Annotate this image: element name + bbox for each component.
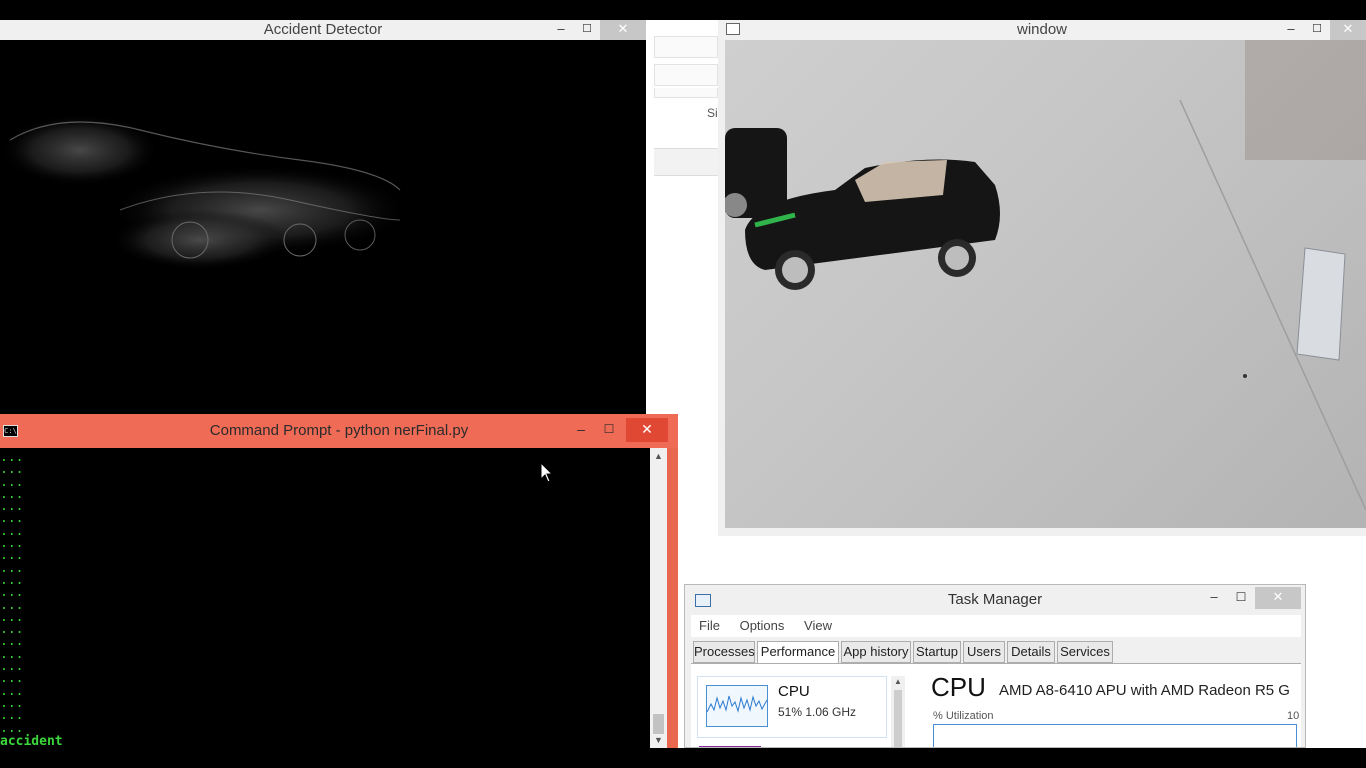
console-line: ... — [0, 671, 24, 687]
screen-top-border — [0, 0, 646, 20]
camera-app-icon — [726, 23, 740, 35]
console-line: ... — [0, 609, 24, 625]
camera-image — [725, 40, 1366, 511]
cpu-sparkline — [706, 685, 768, 727]
scroll-down-icon[interactable]: ▼ — [650, 732, 667, 748]
tab-bar: Processes Performance App history Startu… — [691, 641, 1301, 664]
background-field — [654, 88, 718, 98]
console-line: ... — [0, 659, 24, 675]
tab-processes[interactable]: Processes — [693, 641, 755, 663]
console-line: ... — [0, 622, 24, 638]
menu-view[interactable]: View — [804, 618, 832, 633]
cmd-scrollbar[interactable]: ▲ ▼ — [650, 448, 667, 748]
scroll-up-icon[interactable]: ▲ — [650, 448, 667, 464]
console-line: ... — [0, 683, 24, 699]
camera-title: window — [1016, 21, 1068, 38]
detector-title: Accident Detector — [263, 21, 383, 38]
cmd-close-button[interactable]: ✕ — [626, 418, 668, 442]
background-field — [654, 36, 718, 58]
console-line: ... — [0, 646, 24, 662]
screen-bottom-border — [0, 748, 1366, 768]
scrollbar-thumb[interactable] — [653, 714, 664, 734]
tab-startup[interactable]: Startup — [913, 641, 961, 663]
tab-performance[interactable]: Performance — [757, 641, 839, 664]
cpu-tile-stats: 51% 1.06 GHz — [778, 705, 857, 719]
cpu-utilization-graph — [933, 724, 1297, 747]
console-line: ... — [0, 511, 24, 527]
console-line: ... — [0, 634, 24, 650]
task-manager-window: Task Manager – ☐ ✕ File Options View Pro… — [684, 584, 1306, 748]
camera-close-button[interactable]: ✕ — [1330, 20, 1366, 40]
console-output[interactable]: ........................................… — [0, 448, 650, 748]
console-line: ... — [0, 536, 24, 552]
console-line: ... — [0, 597, 24, 613]
camera-window: window – ☐ ✕ — [718, 20, 1366, 536]
console-line: ... — [0, 560, 24, 576]
mouse-cursor-icon — [540, 462, 554, 483]
utilization-max: 10 — [1287, 710, 1300, 722]
desktop-gap — [1300, 580, 1366, 748]
camera-feed — [725, 40, 1366, 528]
edge-detection-view — [0, 40, 646, 420]
utilization-label: % Utilization — [933, 710, 994, 722]
tab-services[interactable]: Services — [1057, 641, 1113, 663]
accident-detector-window: Accident Detector – ☐ ✕ — [0, 0, 646, 420]
background-strip — [654, 148, 718, 176]
detector-minimize-button[interactable]: – — [548, 20, 574, 40]
console-line: ... — [0, 486, 24, 502]
edge-detection-image — [0, 114, 410, 270]
tile-list-scrollbar[interactable]: ▲ — [891, 676, 905, 747]
camera-titlebar[interactable]: window — [718, 20, 1366, 40]
taskmgr-close-button[interactable]: ✕ — [1255, 587, 1301, 609]
task-manager-icon — [695, 594, 711, 607]
console-line: ... — [0, 720, 24, 736]
menu-options[interactable]: Options — [740, 618, 785, 633]
console-line: ... — [0, 499, 24, 515]
detector-close-button[interactable]: ✕ — [600, 20, 646, 40]
cpu-model: AMD A8-6410 APU with AMD Radeon R5 G — [999, 682, 1290, 699]
taskmgr-title: Task Manager — [947, 591, 1043, 608]
camera-maximize-button[interactable]: ☐ — [1304, 20, 1330, 40]
background-label: Si — [707, 106, 718, 120]
scrollbar-thumb[interactable] — [894, 690, 902, 747]
console-line: ... — [0, 572, 24, 588]
taskmgr-minimize-button[interactable]: – — [1201, 587, 1227, 609]
console-line: ... — [0, 695, 24, 711]
command-prompt-window: Command Prompt - python nerFinal.py C:\ … — [0, 414, 678, 748]
cpu-tile[interactable]: CPU 51% 1.06 GHz — [697, 676, 887, 738]
taskmgr-maximize-button[interactable]: ☐ — [1228, 587, 1254, 609]
tab-app-history[interactable]: App history — [841, 641, 911, 663]
detector-maximize-button[interactable]: ☐ — [574, 20, 600, 40]
scroll-up-icon[interactable]: ▲ — [891, 676, 905, 688]
menu-bar: File Options View — [691, 615, 1301, 637]
menu-file[interactable]: File — [699, 618, 720, 633]
performance-panel: CPU 51% 1.06 GHz ▲ CPU AMD A8-6410 APU w… — [691, 663, 1301, 747]
cmd-title: Command Prompt - python nerFinal.py — [209, 422, 469, 439]
console-line: ... — [0, 548, 24, 564]
background-field — [654, 64, 718, 86]
console-line: ... — [0, 708, 24, 724]
cpu-heading: CPU — [931, 672, 986, 702]
console-result-line: accident — [0, 733, 63, 748]
console-line: ... — [0, 585, 24, 601]
tab-users[interactable]: Users — [963, 641, 1005, 663]
cmd-minimize-button[interactable]: – — [568, 418, 594, 442]
camera-minimize-button[interactable]: – — [1278, 20, 1304, 40]
cpu-tile-title: CPU — [778, 683, 810, 700]
desktop-gap — [646, 536, 1366, 584]
console-line: ... — [0, 523, 24, 539]
cmd-app-icon: C:\ — [3, 425, 18, 437]
tab-details[interactable]: Details — [1007, 641, 1055, 663]
cmd-maximize-button[interactable]: ☐ — [596, 418, 622, 442]
